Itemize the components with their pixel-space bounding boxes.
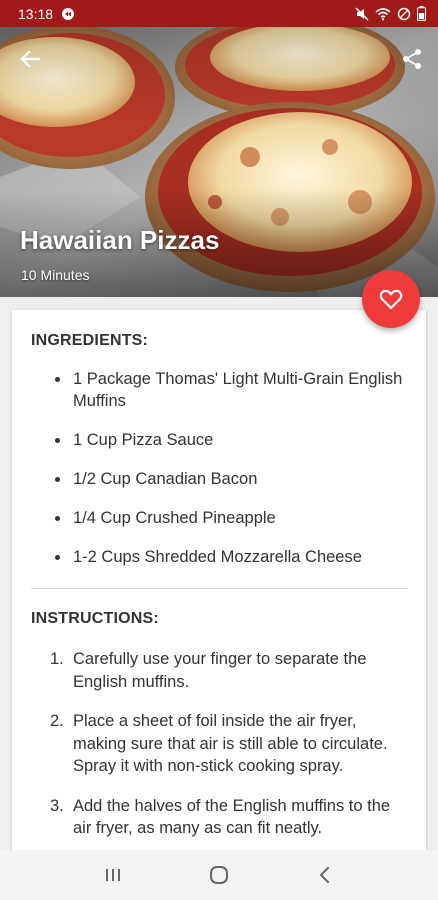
notification-icon: [61, 7, 75, 21]
instruction-step: 3. Add the halves of the English muffins…: [12, 795, 426, 840]
share-icon: [403, 49, 421, 69]
back-icon: [320, 867, 329, 883]
recipe-title: Hawaiian Pizzas: [20, 225, 220, 255]
ingredient-item: 1 Package Thomas' Light Multi-Grain Engl…: [12, 368, 426, 412]
instruction-step: 2. Place a sheet of foil inside the air …: [12, 710, 426, 778]
battery-icon: [417, 6, 426, 21]
ingredient-item: 1/4 Cup Crushed Pineapple: [12, 507, 426, 529]
system-back-button[interactable]: [305, 855, 345, 895]
ingredient-item: 1 Cup Pizza Sauce: [12, 429, 426, 451]
step-text: Place a sheet of foil inside the air fry…: [73, 712, 388, 775]
back-button[interactable]: [14, 43, 46, 75]
ingredients-heading: INGREDIENTS:: [31, 332, 149, 349]
step-text: Carefully use your finger to separate th…: [73, 650, 367, 691]
recipe-hero-image: Hawaiian Pizzas 10 Minutes: [0, 27, 438, 297]
dnd-icon: [397, 7, 411, 21]
recent-apps-button[interactable]: [93, 855, 133, 895]
ingredients-list: 1 Package Thomas' Light Multi-Grain Engl…: [12, 368, 426, 585]
share-button[interactable]: [396, 43, 428, 75]
ingredient-item: 1/2 Cup Canadian Bacon: [12, 468, 426, 490]
instructions-list: 1. Carefully use your finger to separate…: [12, 648, 426, 850]
step-number: 1.: [50, 650, 64, 668]
recipe-details-card: INGREDIENTS: 1 Package Thomas' Light Mul…: [12, 310, 426, 850]
recent-apps-icon: [106, 869, 120, 881]
recipe-time: 10 Minutes: [21, 267, 90, 283]
section-divider: [31, 588, 407, 589]
instructions-heading: INSTRUCTIONS:: [31, 610, 159, 627]
favorite-button[interactable]: [362, 270, 420, 328]
ingredient-item: 1-2 Cups Shredded Mozzarella Cheese: [12, 546, 426, 568]
status-time: 13:18: [18, 5, 54, 22]
step-number: 3.: [50, 796, 64, 815]
home-button[interactable]: [199, 855, 239, 895]
system-nav-bar: [0, 850, 438, 900]
hero-gradient-overlay: [0, 27, 438, 297]
mute-icon: [355, 6, 369, 21]
wifi-icon: [375, 7, 391, 21]
arrow-back-icon: [20, 50, 41, 68]
step-text: Add the halves of the English muffins to…: [73, 796, 391, 838]
instruction-step: 1. Carefully use your finger to separate…: [12, 648, 426, 693]
heart-outline-icon: [379, 289, 403, 310]
home-icon: [210, 866, 228, 884]
status-bar: 13:18: [0, 0, 438, 27]
step-number: 2.: [50, 712, 64, 730]
